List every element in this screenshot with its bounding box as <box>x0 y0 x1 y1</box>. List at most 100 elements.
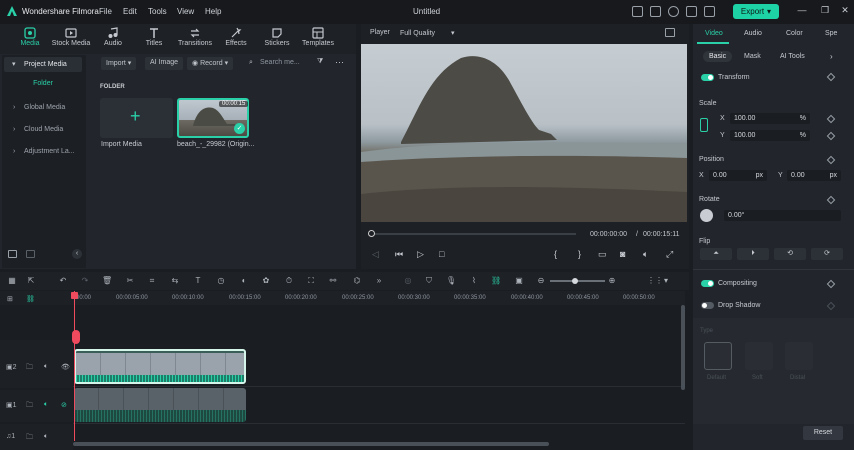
volume-icon[interactable]: 🔈︎ <box>643 249 648 260</box>
rotate-dial[interactable] <box>700 209 713 222</box>
split-icon[interactable]: ✂ <box>125 276 135 286</box>
sidebar-item-project-media[interactable]: ▾ Project Media <box>4 57 82 72</box>
play-icon[interactable]: ▷ <box>417 249 424 260</box>
tab-media[interactable]: Media <box>10 26 50 52</box>
video-clip[interactable] <box>74 349 246 384</box>
seek-bar[interactable] <box>370 233 576 235</box>
eye-icon[interactable]: 👁︎ <box>61 363 70 371</box>
snapshot-icon[interactable] <box>665 28 675 37</box>
folder-icon[interactable]: 🗀︎ <box>26 433 33 444</box>
audio-detach-icon[interactable]: ⇆ <box>170 276 180 286</box>
menu-help[interactable]: Help <box>205 7 221 16</box>
filter-icon[interactable]: ⧩ <box>317 58 323 71</box>
tab-stickers[interactable]: Stickers <box>257 26 297 52</box>
menu-view[interactable]: View <box>177 7 194 16</box>
rotate-input[interactable]: 0.00° <box>724 210 841 221</box>
rotate-left-button[interactable]: ⟲ <box>774 248 806 260</box>
tab-video[interactable]: Video <box>705 30 723 37</box>
eye-hidden-icon[interactable]: ⊘ <box>61 401 67 409</box>
subtab-mask[interactable]: Mask <box>738 51 767 62</box>
snap-icon[interactable]: ⛓ <box>491 276 501 286</box>
tab-templates[interactable]: Templates <box>298 26 338 52</box>
volume-icon[interactable]: 🔈︎ <box>44 401 48 409</box>
tab-speed[interactable]: Spe <box>825 30 837 37</box>
volume-icon[interactable]: 🔈︎ <box>44 363 48 371</box>
shield-icon[interactable]: ⛉ <box>424 276 434 286</box>
tab-stock-media[interactable]: Stock Media <box>51 26 91 52</box>
tab-transitions[interactable]: Transitions <box>175 26 215 52</box>
menu-tools[interactable]: Tools <box>148 7 167 16</box>
position-y-input[interactable]: 0.00 px <box>787 170 841 181</box>
drop-shadow-toggle[interactable] <box>701 302 714 309</box>
select-tool-icon[interactable]: ⇱ <box>26 276 36 286</box>
tab-titles[interactable]: Titles <box>134 26 174 52</box>
redo-icon[interactable]: ↷ <box>80 276 90 286</box>
link-icon[interactable]: ⛓ <box>26 295 35 303</box>
search-input[interactable]: Search me... <box>260 59 300 72</box>
stop-icon[interactable]: □ <box>439 249 444 259</box>
playhead-marker[interactable] <box>72 330 80 344</box>
microphone-icon[interactable]: 🎙︎ <box>446 276 456 286</box>
menu-edit[interactable]: Edit <box>123 7 137 16</box>
save-icon[interactable] <box>650 6 661 17</box>
crop-icon[interactable]: ⌗ <box>147 276 157 286</box>
add-track-icon[interactable]: ⊞ <box>7 295 13 303</box>
mark-in-icon[interactable]: { <box>554 249 557 259</box>
motion-icon[interactable]: ⚯ <box>328 276 338 286</box>
scale-x-input[interactable]: 100.00% <box>730 113 810 124</box>
tab-audio-props[interactable]: Audio <box>744 30 762 37</box>
subtab-basic[interactable]: Basic <box>703 51 733 62</box>
gift-icon[interactable] <box>686 6 697 17</box>
monitor-icon[interactable] <box>632 6 643 17</box>
chevron-down-icon[interactable]: ▾ <box>661 276 671 286</box>
expand-icon[interactable]: » <box>374 276 384 286</box>
menu-file[interactable]: File <box>99 7 112 16</box>
zoom-handle[interactable] <box>572 278 578 284</box>
horizontal-scrollbar[interactable] <box>73 442 549 446</box>
compositing-toggle[interactable] <box>701 280 714 287</box>
flip-vertical-button[interactable]: ⏵ <box>737 248 769 260</box>
close-icon[interactable]: ✕ <box>838 5 852 17</box>
render-icon[interactable]: ◎ <box>403 276 413 286</box>
import-dropdown[interactable]: Import ▾ <box>101 57 137 70</box>
folder-icon[interactable] <box>26 250 35 258</box>
sidebar-item-adjustment-layer[interactable]: › Adjustment La... <box>4 144 82 159</box>
fullscreen-icon[interactable]: ⤢ <box>666 249 673 260</box>
maximize-icon[interactable]: ❐ <box>818 5 832 17</box>
previous-frame-icon[interactable]: ◁ <box>372 249 379 260</box>
collapse-sidebar-icon[interactable]: ‹ <box>72 249 82 259</box>
delete-icon[interactable]: 🗑︎ <box>102 276 112 286</box>
display-icon[interactable]: ▭ <box>598 249 607 260</box>
color-icon[interactable]: ◐ <box>239 276 249 286</box>
scale-y-input[interactable]: 100.00% <box>730 130 810 141</box>
quality-dropdown[interactable]: Full Quality ▾ <box>400 29 454 37</box>
playhead-line[interactable] <box>74 291 75 441</box>
sidebar-folder[interactable]: Folder <box>4 80 82 87</box>
minimize-icon[interactable]: — <box>795 5 809 17</box>
playhead-handle[interactable] <box>71 292 78 299</box>
ai-icon[interactable]: ⌬ <box>352 276 362 286</box>
fit-icon[interactable]: ⛶ <box>306 276 316 286</box>
tab-effects[interactable]: Effects <box>216 26 256 52</box>
headset-icon[interactable] <box>704 6 715 17</box>
new-folder-icon[interactable] <box>8 250 17 258</box>
mark-out-icon[interactable]: } <box>578 249 581 259</box>
undo-icon[interactable]: ↶ <box>58 276 68 286</box>
export-button[interactable]: Export ▾ <box>733 4 779 19</box>
flip-horizontal-button[interactable]: ⏶ <box>700 248 732 260</box>
subtab-ai-tools[interactable]: AI Tools <box>774 51 811 62</box>
reset-button[interactable]: Reset <box>803 426 843 440</box>
palette-icon[interactable]: ✿ <box>261 276 271 286</box>
tab-color[interactable]: Color <box>786 30 803 37</box>
timer-icon[interactable]: ⏱ <box>284 276 294 286</box>
zoom-in-icon[interactable]: ⊕ <box>607 276 617 286</box>
chevron-right-icon[interactable]: › <box>830 52 833 61</box>
grid-icon[interactable]: ⋮⋮ <box>647 276 663 286</box>
hidden-video-clip[interactable] <box>74 388 246 422</box>
rotate-right-button[interactable]: ⟳ <box>811 248 843 260</box>
sidebar-item-global-media[interactable]: › Global Media <box>4 100 82 115</box>
step-back-icon[interactable]: ⏮ <box>395 249 403 260</box>
zoom-out-icon[interactable]: ⊖ <box>536 276 546 286</box>
camera-icon[interactable]: ◙ <box>620 249 625 259</box>
audio-mix-icon[interactable]: ⌇ <box>469 276 479 286</box>
